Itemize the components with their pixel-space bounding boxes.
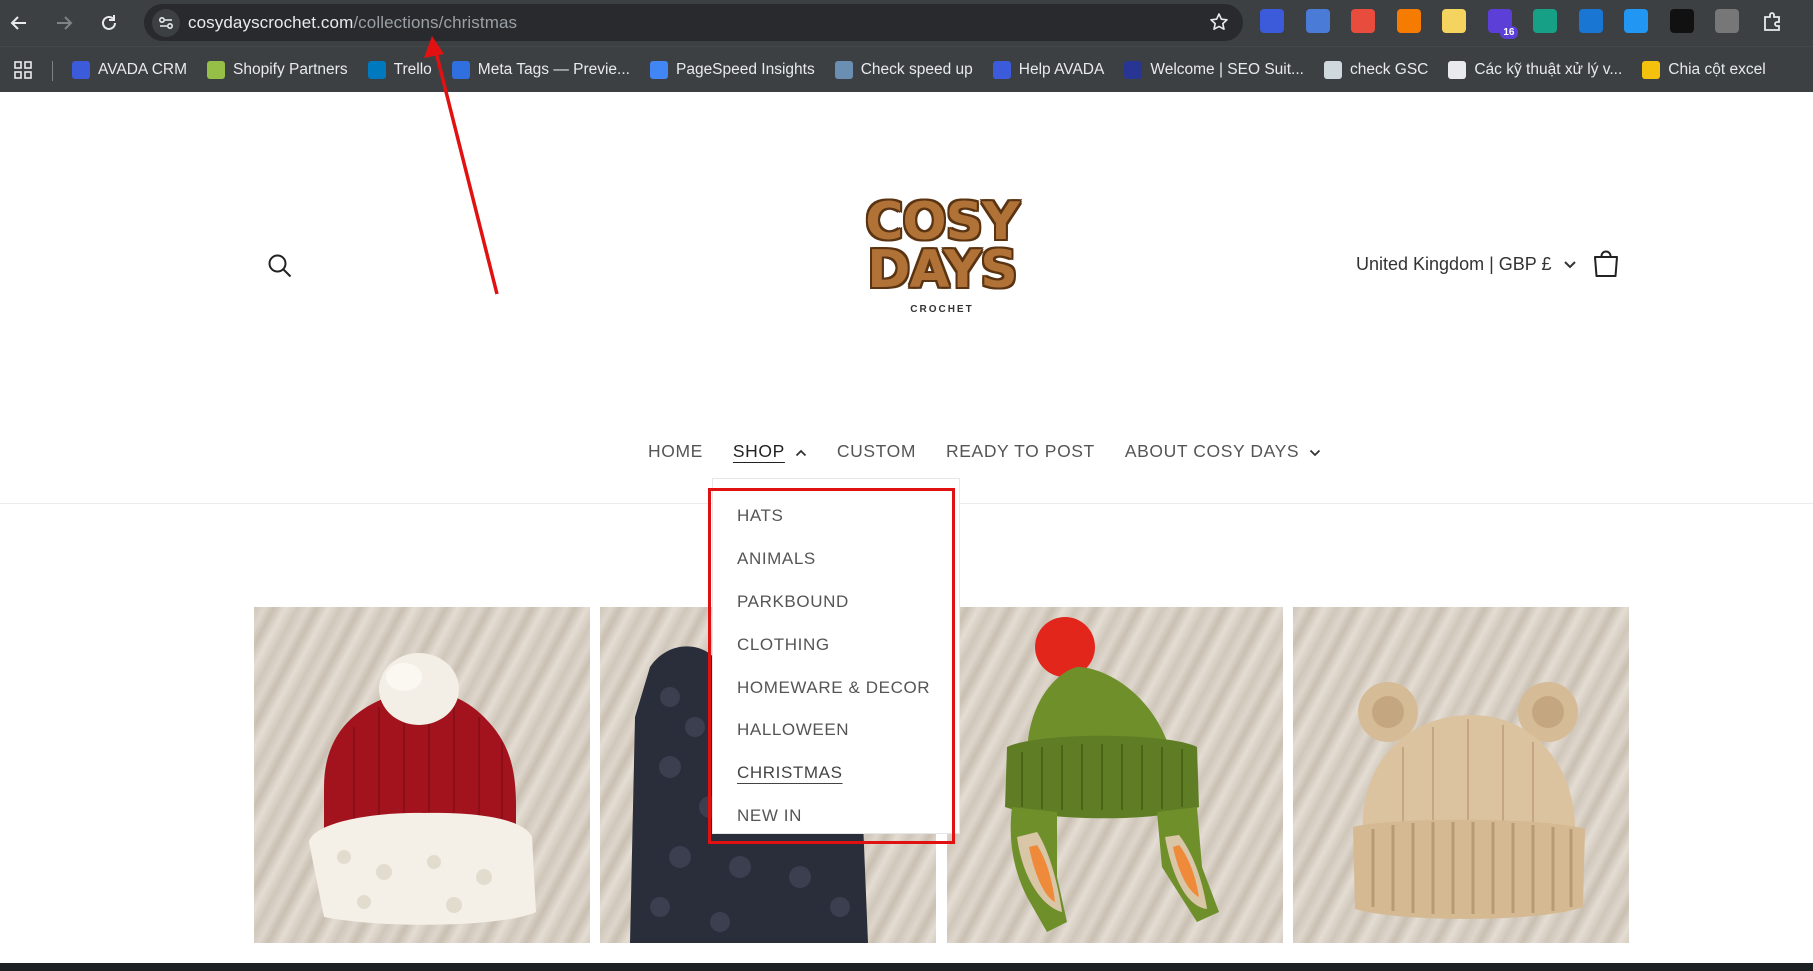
nav-item-about-cosy-days[interactable]: ABOUT COSY DAYS (1125, 441, 1321, 462)
bookmark-star-button[interactable] (1209, 12, 1229, 37)
excel-icon (1642, 61, 1661, 79)
arrow-left-icon (10, 16, 26, 30)
bookmark-label: Meta Tags — Previe... (477, 61, 630, 78)
meta-tags-icon (451, 61, 470, 79)
google-translate-icon[interactable] (1305, 9, 1330, 33)
bookmark-label: Các kỹ thuật xử lý v... (1474, 61, 1623, 78)
bookmark-label: Check speed up (860, 61, 973, 78)
network-icon[interactable] (1624, 9, 1648, 33)
extension-badge: 16 (1500, 26, 1518, 39)
magnifier-icon[interactable] (1669, 9, 1694, 33)
product-card-green-earflap-hat[interactable] (947, 607, 1283, 943)
chevron-down-icon (1564, 260, 1577, 268)
url-path: /collections/christmas (353, 13, 518, 32)
nav-item-home[interactable]: HOME (648, 441, 703, 462)
bookmark-label: Shopify Partners (233, 61, 348, 78)
b-icon[interactable] (1578, 9, 1603, 33)
nav-item-label: CUSTOM (836, 440, 917, 461)
product-card-bear-hat[interactable] (1293, 607, 1629, 943)
search-icon (268, 254, 292, 278)
nav-item-shop[interactable]: SHOP (733, 441, 807, 462)
bookmark-item[interactable]: Shopify Partners (207, 61, 348, 79)
beige-bear-ear-hat-image (1353, 682, 1585, 919)
extensions-bar: 16 (1260, 9, 1806, 39)
bookmark-label: PageSpeed Insights (675, 61, 815, 78)
bookmark-label: AVADA CRM (98, 61, 187, 78)
bookmark-item[interactable]: Check speed up (834, 61, 973, 79)
globe-icon (1448, 61, 1467, 79)
ring-icon[interactable] (1533, 9, 1557, 33)
logo-line-1: COSY (865, 192, 1019, 252)
reload-button[interactable] (93, 7, 125, 39)
site-info-button[interactable] (152, 9, 180, 37)
star-icon (1210, 13, 1228, 30)
tune-icon (158, 16, 174, 30)
reload-icon (102, 15, 116, 30)
product-card-santa-hat[interactable] (254, 607, 590, 943)
bookmark-item[interactable]: Help AVADA (992, 61, 1105, 79)
gtmetrix-icon (834, 61, 853, 79)
bookmarks-bar: AVADA CRM Shopify Partners Trello Meta Tags… (0, 46, 1813, 92)
taskbar-edge (0, 963, 1813, 971)
bookmark-item[interactable]: PageSpeed Insights (649, 61, 815, 79)
annotation-highlight-box (708, 488, 955, 844)
shopping-bag-icon (1594, 250, 1618, 277)
chevron-up-icon (795, 441, 807, 462)
seo-suite-icon (1124, 61, 1143, 79)
bookmark-item[interactable]: AVADA CRM (72, 61, 187, 79)
forward-button[interactable] (48, 7, 80, 39)
bookmark-label: Welcome | SEO Suit... (1150, 61, 1304, 78)
country-currency-label: United Kingdom | GBP £ (1356, 254, 1552, 274)
bookmarks-separator (52, 61, 53, 81)
nav-item-label: READY TO POST (946, 440, 1095, 461)
notes-icon[interactable] (1442, 9, 1466, 33)
nav-item-custom[interactable]: CUSTOM (837, 441, 916, 462)
apps-grid-icon (14, 61, 32, 79)
nav-item-label: HOME (648, 440, 703, 461)
arrow-right-icon (57, 16, 73, 30)
code-icon[interactable] (1715, 9, 1739, 33)
avada-icon (72, 61, 90, 79)
store-logo[interactable]: COSY DAYS CROCHET (862, 192, 1022, 328)
bookmark-item[interactable]: Các kỹ thuật xử lý v... (1448, 61, 1622, 79)
url-domain: cosydayscrochet.com (188, 13, 354, 32)
bookmark-item[interactable]: Trello (367, 61, 432, 79)
nav-item-ready-to-post[interactable]: READY TO POST (946, 441, 1095, 462)
graduation-cap-icon[interactable]: 16 (1487, 9, 1518, 39)
shopify-icon (207, 61, 225, 79)
store-icon (1323, 61, 1342, 79)
nav-item-label: ABOUT COSY DAYS (1124, 440, 1300, 461)
color-wheel-icon[interactable] (1351, 9, 1375, 33)
back-button[interactable] (3, 7, 35, 39)
apps-button[interactable] (14, 61, 32, 84)
avada-icon[interactable] (1260, 9, 1284, 33)
avada-icon (992, 61, 1011, 79)
bookmark-item[interactable]: Meta Tags — Previe... (451, 61, 630, 79)
logo-subtitle: CROCHET (910, 304, 974, 315)
bookmark-item[interactable]: Chia cột excel (1642, 61, 1766, 79)
chevron-down-icon (1309, 441, 1321, 462)
bookmark-label: Trello (393, 61, 432, 78)
browser-toolbar: cosydayscrochet.com/collections/christma… (0, 0, 1813, 46)
nav-item-label: SHOP (732, 440, 785, 461)
main-navigation: HOME SHOP CUSTOM READY TO POST ABOUT COSY DA… (648, 436, 1351, 466)
fire-icon[interactable] (1396, 9, 1421, 33)
pagespeed-icon (649, 61, 668, 79)
bookmark-item[interactable]: Welcome | SEO Suit... (1124, 61, 1304, 79)
puzzle-icon[interactable] (1761, 9, 1785, 33)
url-text: cosydayscrochet.com/collections/christma… (188, 13, 517, 33)
bookmark-label: Help AVADA (1018, 61, 1105, 78)
green-earflap-hat-image (1005, 617, 1219, 932)
bookmark-label: check GSC (1349, 61, 1429, 78)
search-button[interactable] (266, 252, 296, 282)
bookmark-label: Chia cột excel (1668, 61, 1766, 78)
red-santa-hat-image (309, 653, 536, 925)
country-currency-selector[interactable]: United Kingdom | GBP £ (1356, 254, 1577, 275)
trello-icon (367, 61, 386, 79)
cart-button[interactable] (1592, 249, 1620, 279)
address-bar[interactable]: cosydayscrochet.com/collections/christma… (144, 4, 1243, 41)
bookmarks-list: AVADA CRM Shopify Partners Trello Meta Tags… (72, 47, 1786, 93)
bookmark-item[interactable]: check GSC (1323, 61, 1429, 79)
logo-line-2: DAYS (867, 240, 1018, 300)
